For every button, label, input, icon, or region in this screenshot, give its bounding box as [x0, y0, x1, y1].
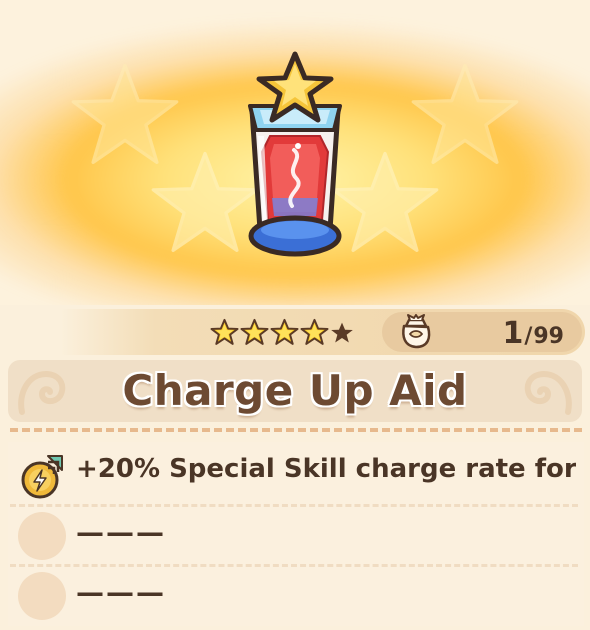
item-count-current: 1 [502, 316, 524, 351]
item-title: Charge Up Aid [121, 365, 468, 416]
bag-icon [402, 314, 431, 349]
effect-row: ——— [8, 506, 584, 564]
rarity-star-filled-icon [270, 318, 299, 345]
effect-text: ——— [76, 516, 166, 549]
effects-list: +20% Special Skill charge rate for 2 ———… [8, 442, 584, 626]
empty-effect-slot-icon [18, 512, 66, 560]
rarity-star-empty-icon [331, 322, 353, 343]
empty-effect-slot-icon [18, 572, 66, 620]
rarity-stars [210, 318, 354, 347]
effect-row: +20% Special Skill charge rate for 2 [8, 444, 584, 502]
item-showcase [0, 0, 590, 305]
rarity-count-bar: 1 / 99 [60, 309, 585, 355]
item-title-banner: Charge Up Aid [8, 360, 582, 422]
rarity-star-filled-icon [240, 318, 269, 345]
rarity-star-filled-icon [210, 318, 239, 345]
effect-row: ——— [8, 566, 584, 624]
special-skill-charge-icon [21, 455, 63, 499]
effect-text: +20% Special Skill charge rate for 2 [76, 454, 576, 484]
rarity-star-filled-icon [300, 318, 329, 345]
section-divider [10, 428, 582, 432]
item-count-max: 99 [533, 324, 564, 349]
effect-text: ——— [76, 576, 166, 609]
item-count-separator: / [524, 324, 533, 349]
item-count-pill: 1 / 99 [382, 312, 582, 352]
item-count: 1 / 99 [502, 312, 564, 352]
potion-bottle-icon [230, 48, 360, 268]
